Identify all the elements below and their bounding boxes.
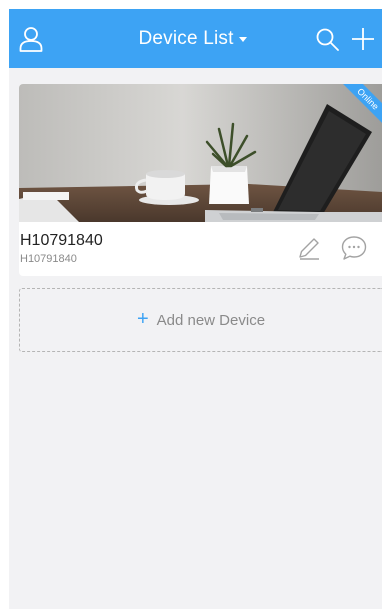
device-list-dropdown[interactable]: Device List <box>138 27 247 50</box>
chat-bubble-icon[interactable] <box>341 235 367 261</box>
device-thumbnail[interactable]: Online <box>19 84 382 222</box>
add-plus-icon: + <box>136 307 149 330</box>
device-id: H10791840 <box>20 253 77 265</box>
page-title: Device List <box>138 27 234 49</box>
top-bar: Device List <box>9 9 382 68</box>
pencil-icon[interactable] <box>297 236 321 260</box>
caret-down-icon <box>238 37 247 42</box>
add-device-button[interactable]: + Add new Device <box>19 288 382 352</box>
device-card[interactable]: Online H10791840 H10791840 <box>19 84 382 276</box>
add-device-label: Add new Device <box>156 311 266 329</box>
device-name: H10791840 <box>20 232 103 249</box>
plus-icon[interactable] <box>351 27 375 51</box>
app-screen: Device List Online H10791840 H10791840 +… <box>9 9 382 609</box>
search-icon[interactable] <box>315 27 339 51</box>
user-icon[interactable] <box>19 26 43 52</box>
